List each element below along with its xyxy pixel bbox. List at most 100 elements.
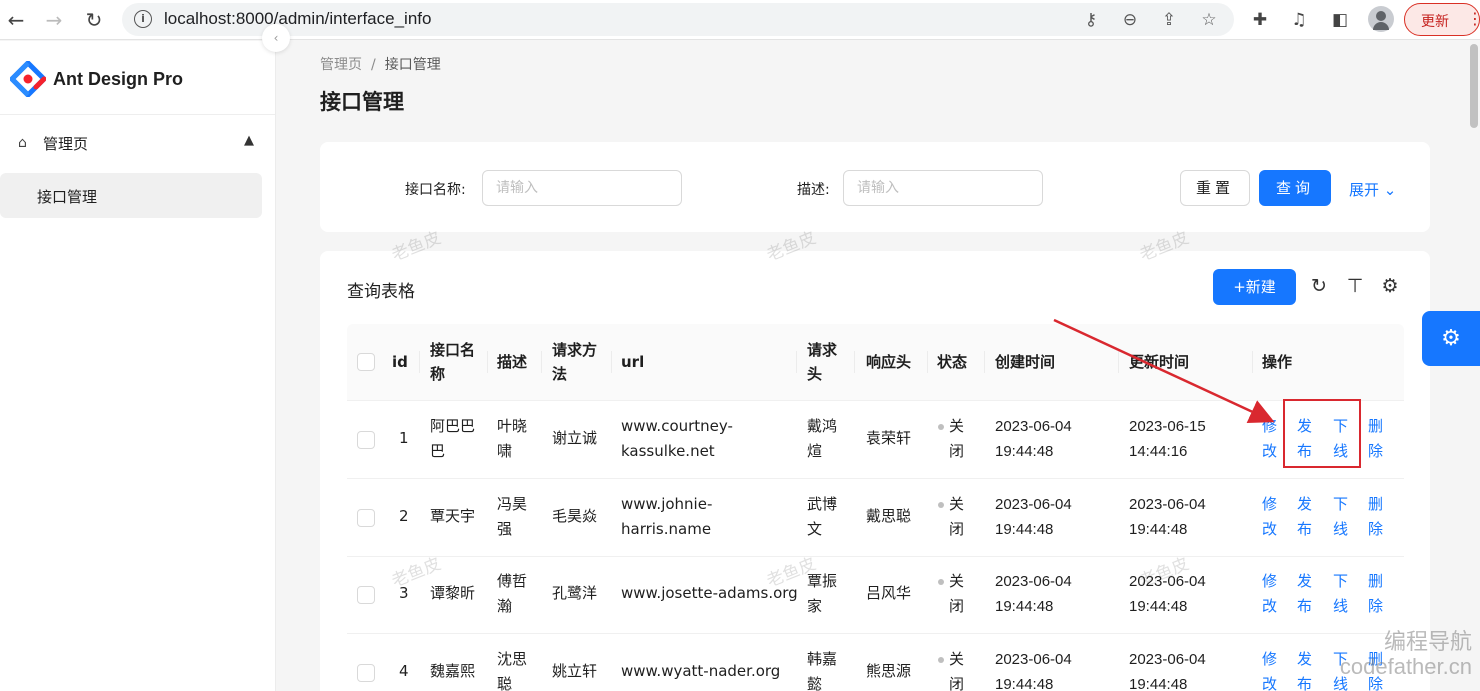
corner-watermark-cn: 编程导航 (1383, 629, 1472, 654)
col-separator (796, 351, 797, 373)
col-separator (927, 351, 928, 373)
menu-group-admin[interactable]: ⌂ 管理页 ▲ (18, 133, 254, 157)
col-created[interactable]: 创建时间 (995, 350, 1055, 374)
chevron-up-icon: ▲ (244, 133, 254, 148)
profile-icon[interactable] (1368, 6, 1394, 32)
op-delete-link[interactable]: 删除 (1368, 414, 1386, 464)
col-req-header-line1: 请求 (807, 341, 838, 359)
cell-method-line: 姚立轩 (552, 662, 598, 680)
address-bar[interactable]: i localhost:8000/admin/interface_info ⚷ … (122, 3, 1234, 36)
op-publish-link[interactable]: 发布 (1297, 647, 1315, 691)
cell-status-line: 闭 (949, 442, 965, 460)
op-edit-link[interactable]: 修改 (1262, 492, 1280, 542)
col-req-header[interactable]: 请求头 (807, 338, 837, 386)
menu-dots-icon[interactable]: ⋮ (1467, 9, 1480, 29)
cell-desc-line: 强 (497, 520, 513, 538)
col-res-header[interactable]: 响应头 (866, 350, 911, 374)
op-edit-link[interactable]: 修改 (1262, 569, 1280, 619)
settings-drawer-button[interactable]: ⚙ (1422, 311, 1480, 366)
extension-icon[interactable]: ✚ (1248, 8, 1272, 32)
op-offline-link-line: 下 (1333, 495, 1349, 513)
cell-url-line: harris.name (621, 520, 712, 538)
cell-name: 谭黎昕 (430, 581, 475, 606)
density-icon[interactable]: ⊤ (1344, 275, 1366, 297)
op-offline-link-line: 线 (1333, 520, 1349, 538)
cell-created-line: 19:44:48 (995, 521, 1054, 538)
collapse-sidebar-button[interactable]: ‹ (262, 24, 290, 52)
desc-field-label: 描述: (797, 182, 830, 198)
col-name-line2: 称 (430, 365, 446, 383)
col-method-line2: 法 (552, 365, 568, 383)
op-delete-link[interactable]: 删除 (1368, 492, 1386, 542)
col-name[interactable]: 接口名称 (430, 338, 475, 386)
cell-req-header-line: 武博 (807, 495, 838, 513)
col-method[interactable]: 请求方法 (552, 338, 597, 386)
cell-desc-line: 傅哲 (497, 572, 528, 590)
table-row: 1 阿巴巴巴叶晓啸谢立诚 www.courtney-kassulke.net 戴鸿煊袁… (347, 401, 1404, 479)
op-edit-link[interactable]: 修改 (1262, 647, 1280, 691)
status-dot-icon (938, 424, 944, 430)
op-publish-link[interactable]: 发布 (1297, 569, 1315, 619)
col-id[interactable]: id (392, 350, 408, 374)
update-button[interactable]: 更新 ⋮ (1404, 3, 1480, 36)
col-desc[interactable]: 描述 (497, 350, 527, 374)
new-button[interactable]: +新建 (1213, 269, 1296, 305)
cell-status-line: 关 (949, 650, 965, 668)
zoom-icon[interactable]: ⊖ (1119, 9, 1141, 31)
sidebar-item-interface-manage[interactable]: 接口管理 (0, 173, 262, 218)
cell-status: 关闭 (949, 647, 964, 691)
settings-icon[interactable]: ⚙ (1379, 275, 1401, 297)
page-title: 接口管理 (320, 90, 404, 114)
op-offline-link[interactable]: 下线 (1333, 492, 1351, 542)
back-arrow-icon[interactable]: ← (2, 6, 30, 34)
col-url[interactable]: url (621, 350, 644, 374)
cell-desc-line: 冯昊 (497, 495, 528, 513)
share-icon[interactable]: ⇪ (1158, 9, 1180, 31)
cell-req-header: 武博文 (807, 492, 837, 542)
col-status[interactable]: 状态 (937, 350, 967, 374)
op-edit-link[interactable]: 修改 (1262, 414, 1280, 464)
cell-res-header: 熊思源 (866, 659, 911, 684)
reload-table-icon[interactable]: ↻ (1308, 275, 1330, 297)
cell-method-line: 谢立诚 (552, 429, 598, 447)
playlist-icon[interactable]: ♫ (1287, 8, 1311, 32)
cell-updated-line: 2023-06-04 (1129, 496, 1206, 513)
row-checkbox[interactable] (357, 664, 375, 682)
col-ops[interactable]: 操作 (1262, 350, 1292, 374)
query-button[interactable]: 查询 (1259, 170, 1331, 206)
col-updated[interactable]: 更新时间 (1129, 350, 1189, 374)
op-publish-link-line: 布 (1297, 675, 1313, 691)
breadcrumb-item-admin[interactable]: 管理页 (320, 57, 362, 73)
cell-updated-line: 19:44:48 (1129, 598, 1188, 615)
cell-desc: 冯昊强 (497, 492, 527, 542)
op-publish-link[interactable]: 发布 (1297, 492, 1315, 542)
row-checkbox[interactable] (357, 431, 375, 449)
select-all-checkbox[interactable] (357, 353, 375, 371)
key-icon[interactable]: ⚷ (1080, 9, 1102, 31)
star-icon[interactable]: ☆ (1198, 9, 1220, 31)
cell-status: 关闭 (949, 414, 964, 464)
page-scrollbar[interactable] (1468, 41, 1480, 691)
cell-req-header-line: 文 (807, 520, 823, 538)
cell-url-line: www.courtney- (621, 417, 733, 435)
desc-search-input[interactable] (843, 170, 1043, 206)
op-delete-link[interactable]: 删除 (1368, 569, 1386, 619)
row-checkbox[interactable] (357, 586, 375, 604)
reset-button[interactable]: 重置 (1180, 170, 1250, 206)
browser-toolbar: ← → ↻ i localhost:8000/admin/interface_i… (0, 0, 1480, 40)
row-checkbox[interactable] (357, 509, 375, 527)
sidepanel-icon[interactable]: ◧ (1328, 8, 1352, 32)
cell-created-line: 2023-06-04 (995, 651, 1072, 668)
reload-icon[interactable]: ↻ (80, 6, 108, 34)
info-icon[interactable]: i (134, 10, 152, 28)
page-scrollbar-thumb[interactable] (1470, 44, 1478, 128)
op-edit-link-line: 改 (1262, 597, 1278, 615)
cell-res-header-line: 吕风华 (866, 584, 912, 602)
cell-url-line: www.johnie- (621, 495, 713, 513)
expand-link[interactable]: 展开 ⌄ (1349, 179, 1396, 200)
forward-arrow-icon[interactable]: → (40, 6, 68, 34)
op-delete-link-line: 除 (1368, 520, 1384, 538)
chevron-down-icon: ⌄ (1383, 181, 1397, 199)
name-search-input[interactable] (482, 170, 682, 206)
op-offline-link[interactable]: 下线 (1333, 569, 1351, 619)
